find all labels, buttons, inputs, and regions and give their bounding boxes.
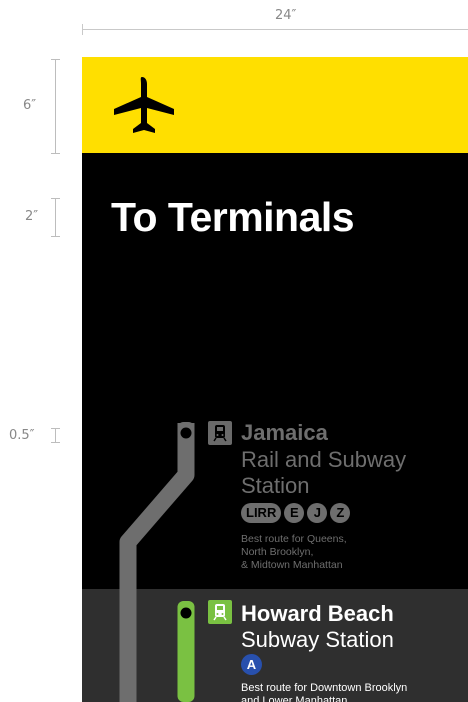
yellow-band-dimension-label: 6″	[23, 98, 37, 113]
jamaica-line-badges: LIRR E J Z	[241, 503, 351, 523]
spacing-dimension-line	[55, 428, 56, 442]
jamaica-station-subtitle-2: Station	[241, 473, 310, 498]
width-dimension-line	[82, 29, 468, 30]
a-line-badge: A	[241, 654, 262, 675]
howard-beach-route-description: Best route for Downtown Brooklyn and Low…	[241, 682, 408, 702]
subway-icon	[208, 600, 232, 624]
jamaica-station-name: Jamaica	[241, 420, 328, 445]
spacing-dimension-label: 0.5″	[9, 428, 35, 443]
width-dimension-label: 24″	[275, 8, 297, 23]
train-icon	[208, 421, 232, 445]
howard-beach-station-subtitle: Subway Station	[241, 627, 394, 652]
wayfinding-sign: To Terminals Jamaica Rail and Subway Sta…	[82, 57, 468, 702]
yellow-band-dimension-cap	[51, 59, 60, 60]
jamaica-station-subtitle-1: Rail and Subway	[241, 447, 407, 472]
lirr-badge: LIRR	[241, 503, 282, 523]
yellow-band-dimension-cap	[51, 153, 60, 154]
title-dimension-cap	[51, 236, 60, 237]
yellow-band-dimension-line	[55, 59, 56, 153]
howard-beach-station-name: Howard Beach	[241, 601, 394, 626]
j-line-badge: J	[307, 503, 328, 523]
jamaica-stop-dot	[180, 427, 192, 439]
jamaica-route-description: Best route for Queens, North Brooklyn, &…	[241, 533, 347, 571]
title-dimension-label: 2″	[25, 209, 39, 224]
title-dimension-cap	[51, 198, 60, 199]
title-dimension-line	[55, 198, 56, 236]
jamaica-route-line	[119, 423, 195, 702]
howard-beach-stop-dot	[180, 607, 192, 619]
spacing-dimension-cap	[51, 428, 60, 429]
e-line-badge: E	[284, 503, 305, 523]
spacing-dimension-cap	[51, 442, 60, 443]
z-line-badge: Z	[330, 503, 351, 523]
